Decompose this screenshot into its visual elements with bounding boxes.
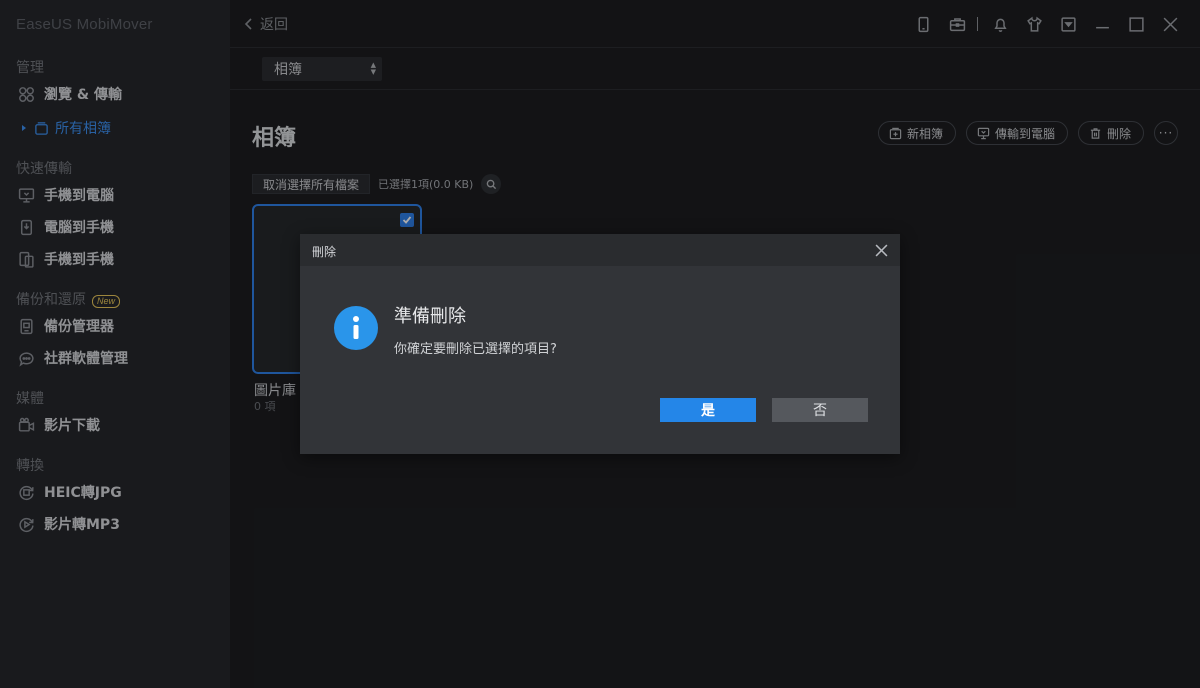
info-icon bbox=[334, 306, 378, 350]
yes-button[interactable]: 是 bbox=[660, 398, 756, 422]
dialog-title: 刪除 bbox=[312, 245, 337, 259]
close-icon bbox=[875, 244, 887, 256]
dialog-heading: 準備刪除 bbox=[394, 306, 466, 327]
delete-dialog: 刪除 準備刪除 你確定要刪除已選擇的項目? 是 否 bbox=[300, 234, 900, 454]
dialog-close-button[interactable] bbox=[872, 241, 890, 259]
dialog-message: 你確定要刪除已選擇的項目? bbox=[394, 342, 557, 357]
no-button[interactable]: 否 bbox=[772, 398, 868, 422]
dialog-header: 刪除 bbox=[300, 234, 900, 266]
